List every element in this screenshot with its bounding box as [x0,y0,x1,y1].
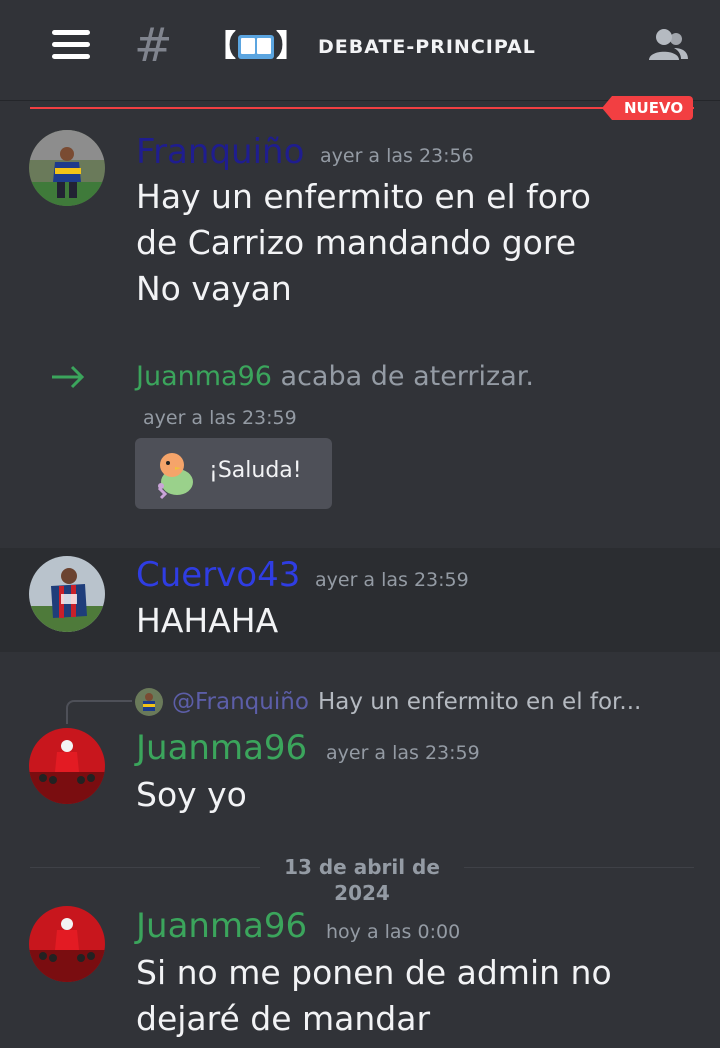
channel-name: DEBATE-PRINCIPAL [318,36,536,58]
new-badge: NUEVO [601,96,694,120]
avatar-franquino[interactable] [29,130,105,206]
message-timestamp: ayer a las 23:59 [326,742,480,764]
message-timestamp: hoy a las 0:00 [326,921,461,943]
reply-mention[interactable]: @Franquiño [172,687,309,717]
message-author[interactable]: Juanma96 [136,906,307,946]
join-message: Juanma96 acaba de aterrizar. [136,360,534,394]
message-text-line: HAHAHA [136,601,279,640]
join-timestamp: ayer a las 23:59 [143,407,297,429]
message-text-line: dejaré de mandar [136,999,431,1038]
message-timestamp: ayer a las 23:59 [315,569,469,591]
reply-snippet[interactable]: Hay un enfermito en el for... [318,687,641,717]
message-author[interactable]: Cuervo43 [136,555,300,595]
book-icon [238,35,274,59]
join-text: acaba de aterrizar. [280,361,534,392]
new-messages-divider [30,107,694,109]
menu-icon[interactable] [52,30,90,60]
channel-header: # 【 】 DEBATE-PRINCIPAL [0,0,720,100]
join-arrow-icon [52,365,85,389]
message-author[interactable]: Juanma96 [136,728,307,768]
reply-avatar[interactable] [135,688,163,716]
message-text-line: Si no me ponen de admin no [136,953,612,992]
avatar-cuervo43[interactable] [29,556,105,632]
avatar-juanma96[interactable] [29,728,105,804]
bracket-right: 】 [276,29,306,64]
date-divider-line [30,867,260,868]
wave-button-label: ¡Saluda! [209,458,302,483]
message-text-line: No vayan [136,269,292,308]
message-highlight [0,548,720,652]
channel-title[interactable]: 【 】 DEBATE-PRINCIPAL [206,30,536,64]
date-divider: 13 de abril de 2024 [284,855,440,905]
avatar-juanma96[interactable] [29,906,105,982]
message-timestamp: ayer a las 23:56 [320,145,474,167]
message-author[interactable]: Franquiño [136,132,304,172]
reply-connector [66,700,132,724]
wave-button[interactable]: ¡Saluda! [135,438,332,509]
join-username[interactable]: Juanma96 [136,361,272,392]
message-text-line: Hay un enfermito en el foro [136,177,591,216]
hash-icon: # [134,18,173,72]
members-icon[interactable] [646,26,690,66]
wave-sticker-icon [157,453,193,500]
date-divider-line [464,867,694,868]
message-text-line: Soy yo [136,775,247,814]
message-text-line: de Carrizo mandando gore [136,223,577,262]
bracket-left: 【 [206,29,236,64]
